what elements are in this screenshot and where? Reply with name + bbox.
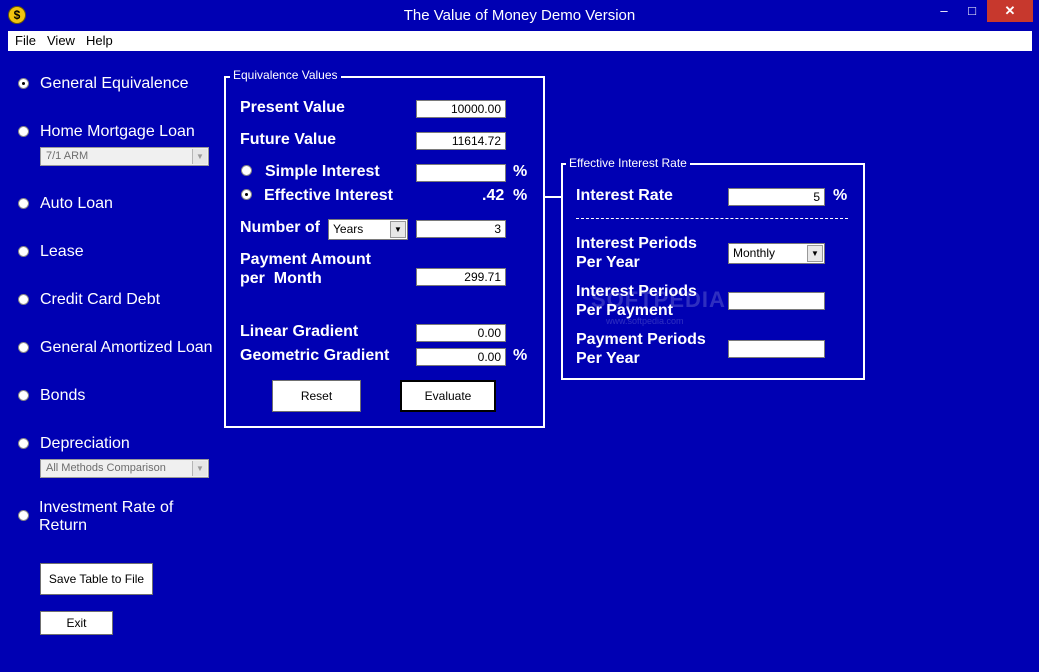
- interest-rate-label: Interest Rate: [576, 187, 673, 204]
- period-unit-select[interactable]: Years ▼: [328, 219, 408, 240]
- maximize-button[interactable]: □: [958, 0, 986, 22]
- payment-period-label: per Month: [240, 270, 322, 287]
- radio-simple-interest[interactable]: [241, 165, 252, 176]
- softpedia-watermark-url: www.softpedia.com: [606, 316, 684, 326]
- percent-sign: %: [513, 347, 528, 364]
- option-general-amortized-loan[interactable]: General Amortized Loan: [40, 339, 213, 357]
- present-value-field[interactable]: 10000.00: [416, 100, 506, 118]
- menu-file[interactable]: File: [15, 33, 36, 48]
- payment-amount-field[interactable]: 299.71: [416, 268, 506, 286]
- radio-auto-loan[interactable]: [18, 198, 29, 209]
- effective-interest-value: .42: [482, 187, 505, 204]
- reset-button[interactable]: Reset: [272, 380, 361, 412]
- radio-general-amortized-loan[interactable]: [18, 342, 29, 353]
- section-divider: [576, 218, 848, 219]
- effective-interest-rate-legend: Effective Interest Rate: [566, 156, 690, 170]
- radio-investment-rate-of-return[interactable]: [18, 510, 29, 521]
- menu-view[interactable]: View: [47, 33, 75, 48]
- simple-interest-field[interactable]: [416, 164, 506, 182]
- option-home-mortgage-loan[interactable]: Home Mortgage Loan: [40, 123, 195, 141]
- equivalence-values-legend: Equivalence Values: [230, 68, 341, 82]
- exit-button[interactable]: Exit: [40, 611, 113, 635]
- radio-home-mortgage-loan[interactable]: [18, 126, 29, 137]
- option-depreciation[interactable]: Depreciation: [40, 435, 130, 453]
- softpedia-watermark: SOFTPEDIA: [591, 287, 726, 312]
- menu-help[interactable]: Help: [86, 33, 113, 48]
- title-bar: $ The Value of Money Demo Version – □ ✕: [0, 0, 1039, 31]
- geometric-gradient-field[interactable]: 0.00: [416, 348, 506, 366]
- window-title: The Value of Money Demo Version: [403, 7, 636, 24]
- radio-credit-card-debt[interactable]: [18, 294, 29, 305]
- geometric-gradient-label: Geometric Gradient: [240, 347, 390, 364]
- option-general-equivalence[interactable]: General Equivalence: [40, 75, 189, 93]
- radio-depreciation[interactable]: [18, 438, 29, 449]
- group-connector-line: [545, 196, 562, 198]
- linear-gradient-field[interactable]: 0.00: [416, 324, 506, 342]
- option-lease[interactable]: Lease: [40, 243, 84, 261]
- radio-lease[interactable]: [18, 246, 29, 257]
- number-of-periods-field[interactable]: 3: [416, 220, 506, 238]
- depreciation-method-value: All Methods Comparison: [46, 462, 166, 474]
- close-button[interactable]: ✕: [987, 0, 1033, 22]
- payment-periods-per-year-label: Payment Periods: [576, 331, 706, 348]
- interest-periods-per-year-value: Monthly: [733, 246, 776, 260]
- interest-periods-per-year-label: Interest Periods: [576, 235, 697, 252]
- interest-periods-per-year-select[interactable]: Monthly ▼: [728, 243, 825, 264]
- interest-rate-field[interactable]: 5: [728, 188, 825, 206]
- mortgage-type-value: 7/1 ARM: [46, 150, 89, 162]
- radio-bonds[interactable]: [18, 390, 29, 401]
- linear-gradient-label: Linear Gradient: [240, 323, 359, 340]
- number-of-label: Number of: [240, 219, 320, 236]
- interest-periods-per-year-label-line2: Per Year: [576, 254, 640, 271]
- payment-amount-label: Payment Amount: [240, 251, 371, 268]
- percent-sign: %: [513, 163, 528, 180]
- chevron-down-icon[interactable]: ▼: [807, 245, 823, 262]
- evaluate-button[interactable]: Evaluate: [400, 380, 496, 412]
- simple-interest-label[interactable]: Simple Interest: [265, 163, 380, 181]
- minimize-button[interactable]: –: [930, 0, 958, 22]
- percent-sign: %: [833, 187, 848, 204]
- percent-sign: %: [513, 187, 528, 204]
- chevron-down-icon: ▼: [192, 461, 207, 476]
- option-bonds[interactable]: Bonds: [40, 387, 85, 405]
- client-area: General Equivalence Home Mortgage Loan 7…: [8, 51, 1032, 665]
- period-unit-value: Years: [333, 222, 364, 236]
- window-frame-left: [0, 31, 8, 672]
- present-value-label: Present Value: [240, 99, 345, 116]
- depreciation-method-select: All Methods Comparison ▼: [40, 459, 209, 478]
- radio-general-equivalence[interactable]: [18, 78, 29, 89]
- future-value-field[interactable]: 11614.72: [416, 132, 506, 150]
- option-credit-card-debt[interactable]: Credit Card Debt: [40, 291, 160, 309]
- payment-periods-per-year-field[interactable]: [728, 340, 825, 358]
- mortgage-type-select: 7/1 ARM ▼: [40, 147, 209, 166]
- radio-effective-interest[interactable]: [241, 189, 252, 200]
- option-investment-rate-of-return[interactable]: Investment Rate of Return: [39, 499, 199, 535]
- option-auto-loan[interactable]: Auto Loan: [40, 195, 113, 213]
- menu-bar: File View Help: [8, 31, 1032, 51]
- payment-periods-per-year-label-line2: Per Year: [576, 350, 640, 367]
- save-table-button[interactable]: Save Table to File: [40, 563, 153, 595]
- future-value-label: Future Value: [240, 131, 337, 148]
- chevron-down-icon[interactable]: ▼: [390, 221, 406, 238]
- chevron-down-icon: ▼: [192, 149, 207, 164]
- effective-interest-label[interactable]: Effective Interest: [264, 187, 393, 205]
- interest-periods-per-payment-field[interactable]: [728, 292, 825, 310]
